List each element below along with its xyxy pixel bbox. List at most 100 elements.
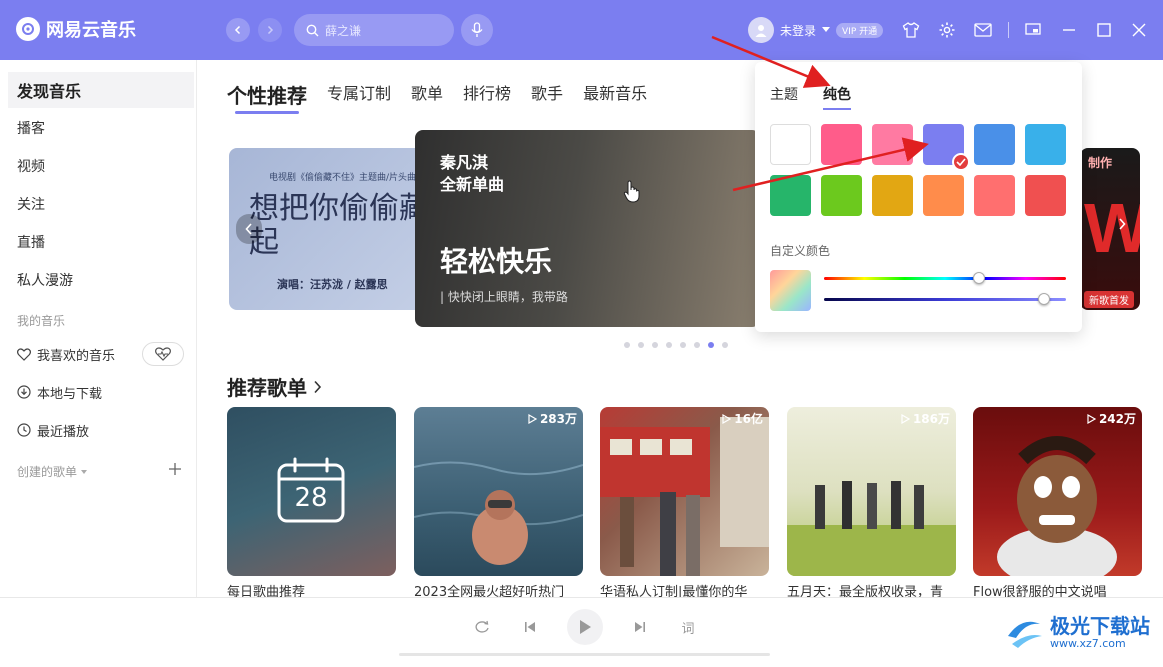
swimmer-cover-art bbox=[414, 461, 583, 565]
carousel-dot[interactable] bbox=[694, 342, 700, 348]
created-playlists-label: 创建的歌单 bbox=[17, 465, 78, 479]
carousel-dot[interactable] bbox=[652, 342, 658, 348]
sidebar-item-live[interactable]: 直播 bbox=[8, 224, 194, 260]
chevron-right-icon bbox=[1119, 218, 1126, 230]
carousel-next-button[interactable] bbox=[1118, 218, 1126, 234]
play-count: 242万 bbox=[1087, 410, 1136, 427]
custom-color-preview[interactable] bbox=[770, 270, 811, 311]
color-swatch-red[interactable] bbox=[1025, 175, 1066, 216]
carousel-dot[interactable] bbox=[722, 342, 728, 348]
shade-slider-handle[interactable] bbox=[1038, 293, 1051, 305]
color-swatch-orange[interactable] bbox=[923, 175, 964, 216]
color-swatch-blue[interactable] bbox=[974, 124, 1015, 165]
carousel-dot-active[interactable] bbox=[708, 342, 714, 348]
carousel-dots bbox=[624, 342, 728, 348]
tab-new-music[interactable]: 最新音乐 bbox=[583, 80, 647, 106]
created-playlists-header[interactable]: 创建的歌单 bbox=[17, 463, 88, 480]
playlist-card-daily[interactable]: 28 bbox=[227, 407, 396, 576]
play-count-value: 242万 bbox=[1098, 412, 1136, 426]
skin-button[interactable] bbox=[901, 20, 921, 40]
playlist-title[interactable]: 每日歌曲推荐 bbox=[227, 584, 396, 598]
playlist-card[interactable]: 16亿 bbox=[600, 407, 769, 576]
chevron-right-icon bbox=[314, 380, 322, 393]
tab-custom[interactable]: 专属订制 bbox=[327, 80, 391, 106]
play-count: 16亿 bbox=[722, 410, 763, 427]
forward-button[interactable] bbox=[258, 18, 282, 42]
recommended-playlists-title[interactable]: 推荐歌单 bbox=[227, 372, 322, 401]
sidebar-item-podcast[interactable]: 播客 bbox=[8, 110, 194, 146]
carousel-dot[interactable] bbox=[680, 342, 686, 348]
playlist-title[interactable]: 2023全网最火超好听热门 bbox=[414, 584, 583, 598]
toolbar-divider bbox=[1008, 22, 1009, 38]
color-swatch-green[interactable] bbox=[770, 175, 811, 216]
search-input[interactable]: 薛之谦 bbox=[294, 14, 454, 46]
playlist-card[interactable]: 186万 bbox=[787, 407, 956, 576]
banner-headline: 轻松快乐 bbox=[440, 245, 553, 278]
next-track-button[interactable] bbox=[631, 618, 649, 636]
playlist-title[interactable]: 华语私人订制|最懂你的华 bbox=[600, 584, 769, 598]
back-button[interactable] bbox=[226, 18, 250, 42]
chevron-left-icon bbox=[245, 223, 252, 235]
color-swatch-coral[interactable] bbox=[974, 175, 1015, 216]
heartbeat-mode-button[interactable] bbox=[142, 342, 184, 366]
playlist-card[interactable]: 242万 bbox=[973, 407, 1142, 576]
theme-popover: 主题 纯色 自定义颜色 bbox=[755, 62, 1082, 332]
carousel-dot[interactable] bbox=[666, 342, 672, 348]
playlist-title[interactable]: Flow很舒服的中文说唱 bbox=[973, 584, 1142, 598]
play-count: 186万 bbox=[901, 410, 950, 427]
color-swatch-gold[interactable] bbox=[872, 175, 913, 216]
hue-slider[interactable] bbox=[824, 277, 1066, 280]
sidebar-item-recent[interactable]: 最近播放 bbox=[8, 412, 194, 448]
color-swatch-purple-selected[interactable] bbox=[923, 124, 970, 171]
sidebar-item-video[interactable]: 视频 bbox=[8, 148, 194, 184]
sidebar-item-local-download[interactable]: 本地与下载 bbox=[8, 374, 194, 410]
color-swatch-white[interactable] bbox=[770, 124, 811, 165]
color-swatch-pink[interactable] bbox=[821, 124, 862, 165]
sidebar-item-discover[interactable]: 发现音乐 bbox=[8, 72, 194, 108]
shade-slider[interactable] bbox=[824, 298, 1066, 301]
netease-logo-icon bbox=[16, 17, 40, 41]
banner-next[interactable]: 制作 W 新歌首发 bbox=[1080, 148, 1140, 310]
tab-playlists[interactable]: 歌单 bbox=[411, 80, 443, 106]
app-logo[interactable]: 网易云音乐 bbox=[16, 16, 136, 42]
voice-search-button[interactable] bbox=[461, 14, 493, 46]
play-button[interactable] bbox=[567, 609, 603, 645]
tab-theme[interactable]: 主题 bbox=[770, 84, 798, 104]
previous-track-button[interactable] bbox=[521, 618, 539, 636]
add-playlist-icon[interactable] bbox=[168, 462, 182, 476]
sidebar-item-follow[interactable]: 关注 bbox=[8, 186, 194, 222]
playlist-title[interactable]: 五月天：最全版权收录，青 bbox=[787, 584, 956, 598]
carousel-dot[interactable] bbox=[638, 342, 644, 348]
settings-button[interactable] bbox=[937, 20, 957, 40]
carousel-prev-button[interactable] bbox=[236, 214, 262, 244]
minimize-button[interactable] bbox=[1059, 20, 1079, 40]
messages-button[interactable] bbox=[973, 20, 993, 40]
tab-recommend[interactable]: 个性推荐 bbox=[227, 80, 307, 114]
play-count-value: 186万 bbox=[912, 412, 950, 426]
color-swatch-light-pink[interactable] bbox=[872, 124, 913, 165]
progress-bar[interactable] bbox=[399, 653, 770, 656]
vip-badge[interactable]: VIP 开通 bbox=[836, 22, 884, 38]
avatar[interactable] bbox=[748, 17, 774, 43]
play-triangle-icon bbox=[722, 413, 732, 424]
carousel-dot[interactable] bbox=[624, 342, 630, 348]
sidebar-item-private-fm[interactable]: 私人漫游 bbox=[8, 262, 194, 298]
loop-mode-button[interactable] bbox=[473, 618, 491, 636]
tab-solid-color[interactable]: 纯色 bbox=[823, 84, 851, 110]
band-cover-art bbox=[787, 481, 956, 576]
maximize-button[interactable] bbox=[1094, 20, 1114, 40]
top-bar: 网易云音乐 薛之谦 未登录 VIP 开通 bbox=[0, 0, 1163, 60]
lyrics-button[interactable]: 词 bbox=[679, 618, 697, 637]
tab-artists[interactable]: 歌手 bbox=[531, 80, 563, 106]
player-bar: 词 bbox=[0, 597, 1163, 667]
tab-charts[interactable]: 排行榜 bbox=[463, 80, 511, 106]
aurora-logo-icon bbox=[1008, 621, 1042, 648]
banner-current[interactable]: 秦凡淇 全新单曲 轻松快乐 | 快快闭上眼睛，我带路 bbox=[415, 130, 760, 327]
hue-slider-handle[interactable] bbox=[972, 272, 985, 284]
playlist-card[interactable]: 283万 bbox=[414, 407, 583, 576]
color-swatch-sky-blue[interactable] bbox=[1025, 124, 1066, 165]
color-swatch-lime[interactable] bbox=[821, 175, 862, 216]
mini-mode-button[interactable] bbox=[1023, 20, 1043, 40]
close-button[interactable] bbox=[1129, 20, 1149, 40]
user-login[interactable]: 未登录 VIP 开通 bbox=[748, 17, 884, 43]
